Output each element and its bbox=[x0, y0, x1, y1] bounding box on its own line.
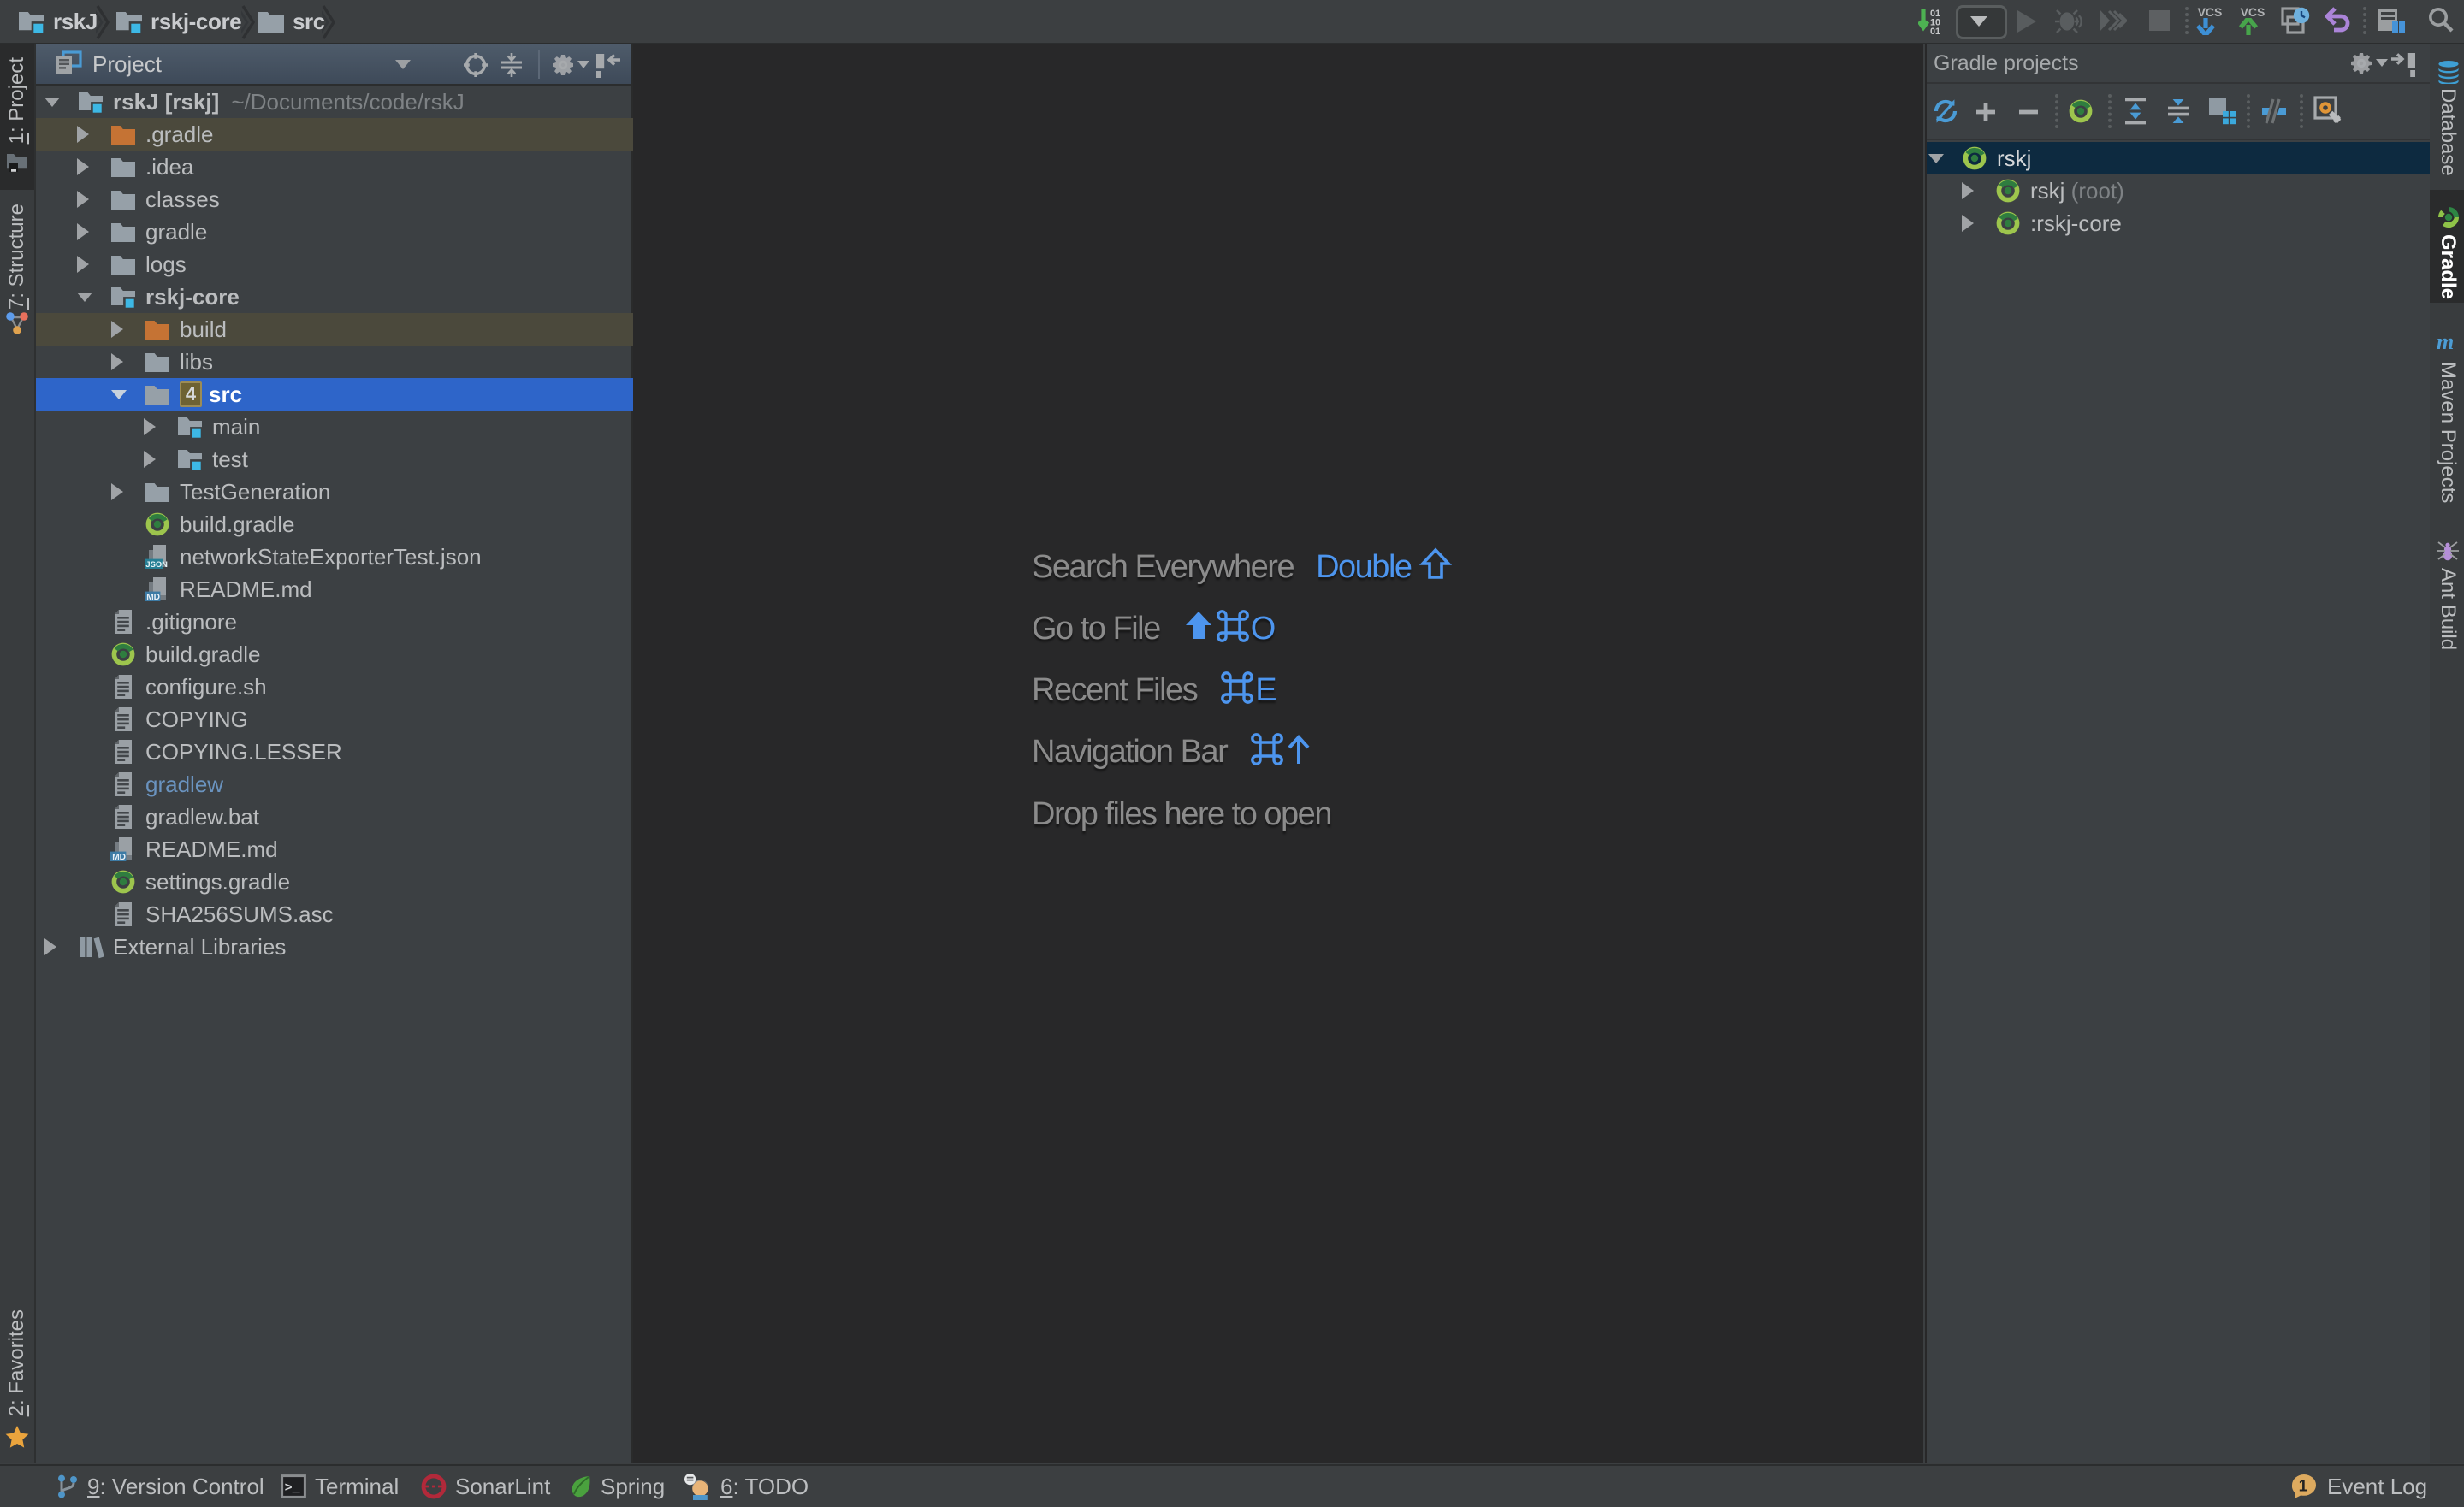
svg-text:1: 1 bbox=[2299, 1478, 2308, 1496]
svg-text:m: m bbox=[2437, 330, 2454, 352]
svg-text:JSON: JSON bbox=[145, 559, 168, 569]
svg-text:MD: MD bbox=[146, 593, 160, 602]
svg-text:MD: MD bbox=[112, 853, 126, 862]
svg-text:01: 01 bbox=[1930, 27, 1940, 36]
svg-text:>_: >_ bbox=[285, 1481, 301, 1496]
